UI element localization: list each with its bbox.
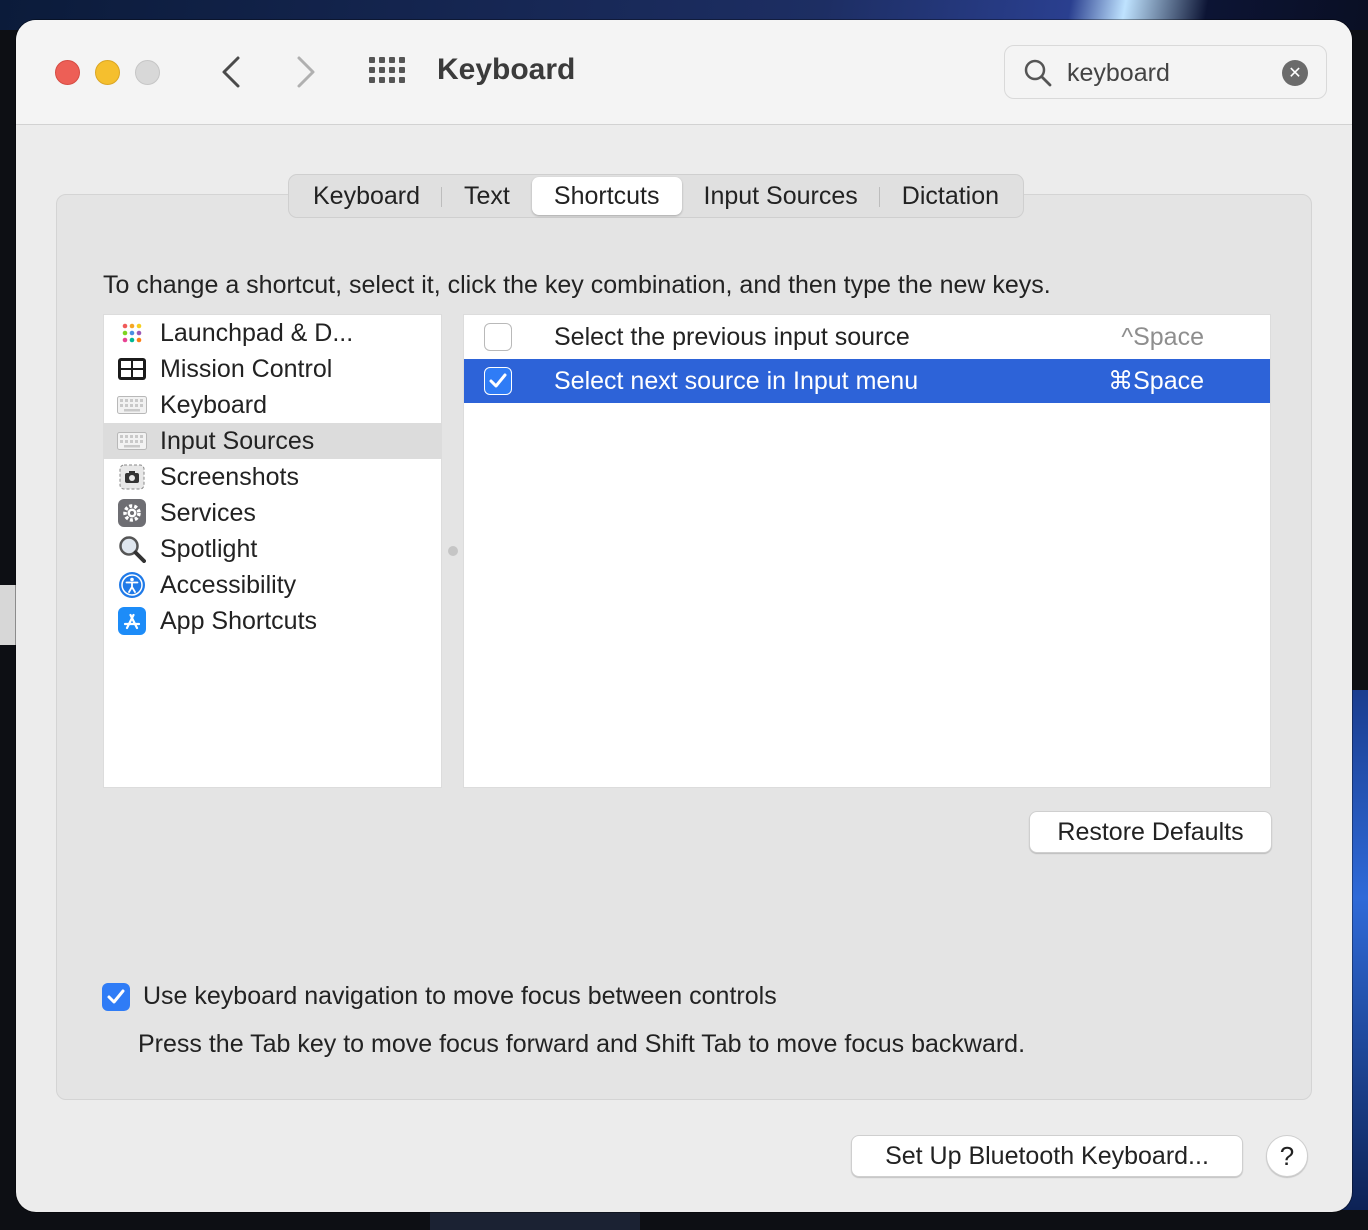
- category-label: Keyboard: [160, 390, 268, 419]
- accessibility-icon: [117, 570, 147, 600]
- show-all-grid-button[interactable]: [366, 54, 406, 90]
- category-label: Spotlight: [160, 534, 258, 563]
- search-input[interactable]: keyboard: [1067, 59, 1170, 88]
- zoom-window-button[interactable]: [135, 60, 160, 85]
- category-item-mission-control[interactable]: Mission Control: [104, 351, 441, 387]
- keyboard-icon: [117, 426, 147, 456]
- shortcut-enable-checkbox[interactable]: [484, 323, 512, 351]
- category-item-input-sources[interactable]: Input Sources: [104, 423, 441, 459]
- mission-control-icon: [117, 354, 147, 384]
- category-item-keyboard[interactable]: Keyboard: [104, 387, 441, 423]
- category-label: Screenshots: [160, 462, 299, 491]
- shortcut-label: Select next source in Input menu: [554, 366, 919, 395]
- checkmark-icon: [107, 989, 125, 1004]
- split-view-divider-handle[interactable]: [448, 546, 458, 556]
- chevron-right-icon: [297, 56, 315, 88]
- category-item-launchpad[interactable]: Launchpad & D...: [104, 315, 441, 351]
- category-label: Accessibility: [160, 570, 297, 599]
- category-label: Mission Control: [160, 354, 333, 383]
- help-button[interactable]: ?: [1266, 1135, 1308, 1177]
- shortcut-key-combination[interactable]: ^Space: [1121, 323, 1204, 352]
- setup-bluetooth-keyboard-button[interactable]: Set Up Bluetooth Keyboard...: [851, 1135, 1243, 1177]
- category-label: Input Sources: [160, 426, 315, 455]
- instruction-text: To change a shortcut, select it, click t…: [103, 271, 1051, 299]
- category-label: App Shortcuts: [160, 606, 318, 635]
- tab-input-sources[interactable]: Input Sources: [682, 177, 881, 215]
- tab-text[interactable]: Text: [442, 177, 532, 215]
- shortcut-enable-checkbox[interactable]: [484, 367, 512, 395]
- search-field[interactable]: keyboard ✕: [1004, 45, 1327, 99]
- back-button[interactable]: [209, 48, 253, 96]
- restore-defaults-button[interactable]: Restore Defaults: [1029, 811, 1272, 853]
- keyboard-navigation-help-text: Press the Tab key to move focus forward …: [138, 1030, 1026, 1058]
- shortcut-row-previous-source[interactable]: Select the previous input source ^Space: [464, 315, 1270, 359]
- category-item-spotlight[interactable]: Spotlight: [104, 531, 441, 567]
- chevron-left-icon: [222, 56, 240, 88]
- clear-search-icon[interactable]: ✕: [1282, 60, 1308, 86]
- category-item-services[interactable]: Services: [104, 495, 441, 531]
- search-icon: [1024, 59, 1052, 87]
- forward-button[interactable]: [284, 48, 328, 96]
- app-store-icon: [117, 606, 147, 636]
- close-window-button[interactable]: [55, 60, 80, 85]
- keyboard-icon: [117, 390, 147, 420]
- shortcut-label: Select the previous input source: [554, 322, 910, 351]
- shortcut-row-next-source[interactable]: Select next source in Input menu ⌘Space: [464, 359, 1270, 403]
- launchpad-icon: [117, 318, 147, 348]
- window-title: Keyboard: [437, 53, 576, 86]
- category-item-screenshots[interactable]: Screenshots: [104, 459, 441, 495]
- category-label: Services: [160, 498, 256, 527]
- shortcut-key-combination[interactable]: ⌘Space: [1108, 366, 1204, 396]
- checkmark-icon: [489, 373, 507, 388]
- category-label: Launchpad & D...: [160, 318, 354, 347]
- magnifier-icon: [117, 534, 147, 564]
- keyboard-navigation-checkbox[interactable]: [102, 983, 130, 1011]
- shortcut-category-list[interactable]: Launchpad & D... Mission Control Keyboar…: [103, 314, 442, 788]
- tab-shortcuts[interactable]: Shortcuts: [531, 177, 682, 215]
- screenshot-icon: [117, 462, 147, 492]
- category-item-accessibility[interactable]: Accessibility: [104, 567, 441, 603]
- titlebar: Keyboard keyboard ✕: [16, 20, 1352, 125]
- keyboard-navigation-label[interactable]: Use keyboard navigation to move focus be…: [143, 982, 777, 1011]
- tab-dictation[interactable]: Dictation: [880, 177, 1021, 215]
- tab-bar: Keyboard Text Shortcuts Input Sources Di…: [288, 174, 1025, 218]
- category-item-app-shortcuts[interactable]: App Shortcuts: [104, 603, 441, 639]
- gear-icon: [117, 498, 147, 528]
- keyboard-preferences-window: Keyboard keyboard ✕ Keyboard Text Shortc…: [16, 20, 1352, 1212]
- minimize-window-button[interactable]: [95, 60, 120, 85]
- shortcut-list[interactable]: Select the previous input source ^Space …: [463, 314, 1271, 788]
- tab-keyboard[interactable]: Keyboard: [291, 177, 443, 215]
